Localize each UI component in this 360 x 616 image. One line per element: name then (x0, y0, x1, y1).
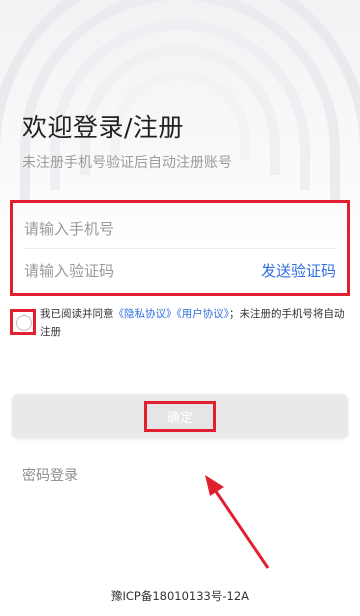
user-agreement-link[interactable]: 《用户协议》 (177, 308, 230, 320)
agreement-row: 我已阅读并同意《隐私协议》《用户协议》；未注册的手机号将自动注册 (10, 303, 350, 343)
privacy-policy-link[interactable]: 《隐私协议》 (114, 308, 177, 320)
phone-input[interactable]: 请输入手机号 (24, 218, 336, 239)
page-subtitle: 未注册手机号验证后自动注册账号 (22, 155, 232, 171)
icp-footer: 豫ICP备18010133号-12A (110, 589, 250, 603)
agreement-checkbox[interactable] (10, 309, 36, 335)
confirm-button[interactable]: 确定 (12, 394, 348, 438)
page-title: 欢迎登录/注册 (22, 113, 184, 142)
agreement-prefix: 我已阅读并同意 (40, 308, 114, 320)
phone-field[interactable]: 请输入手机号 (24, 208, 336, 249)
login-form: 请输入手机号 请输入验证码 发送验证码 (10, 200, 350, 296)
password-login-link[interactable]: 密码登录 (22, 465, 78, 485)
code-field[interactable]: 请输入验证码 发送验证码 (24, 250, 336, 290)
confirm-button-label: 确定 (143, 400, 216, 432)
radio-circle-icon (16, 315, 32, 331)
send-code-button[interactable]: 发送验证码 (261, 260, 336, 281)
code-input[interactable]: 请输入验证码 (24, 260, 261, 281)
agreement-text: 我已阅读并同意《隐私协议》《用户协议》；未注册的手机号将自动注册 (40, 305, 350, 341)
